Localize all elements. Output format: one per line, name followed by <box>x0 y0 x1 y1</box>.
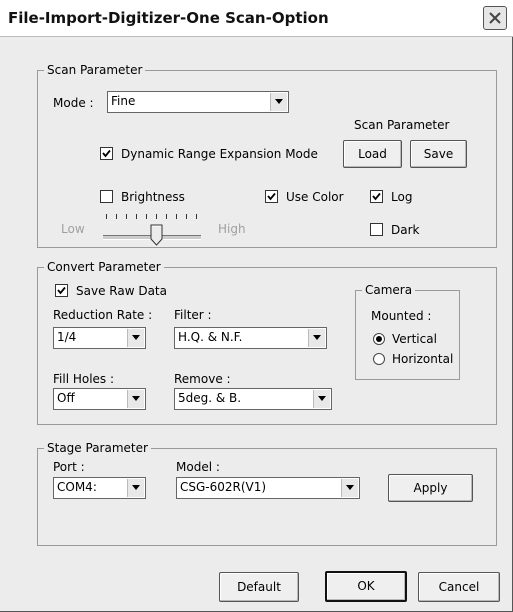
checkmark-icon <box>372 192 381 201</box>
reduction-rate-select[interactable]: 1/4 <box>53 327 146 349</box>
window-title: File-Import-Digitizer-One Scan-Option <box>8 9 329 27</box>
dynamic-range-label: Dynamic Range Expansion Mode <box>121 147 318 161</box>
default-button[interactable]: Default <box>219 572 299 602</box>
chevron-down-icon <box>308 329 325 347</box>
remove-value: 5deg. & B. <box>178 391 242 405</box>
camera-legend: Camera <box>362 282 416 298</box>
mounted-label: Mounted : <box>371 309 432 323</box>
mode-select[interactable]: Fine <box>107 91 289 113</box>
remove-select[interactable]: 5deg. & B. <box>174 388 332 410</box>
reduction-rate-value: 1/4 <box>57 330 77 344</box>
chevron-down-icon <box>270 93 287 111</box>
filter-select[interactable]: H.Q. & N.F. <box>174 327 327 349</box>
slider-low-label: Low <box>61 222 85 236</box>
chevron-down-icon <box>313 390 330 408</box>
fill-holes-label: Fill Holes : <box>53 372 115 386</box>
dynamic-range-checkbox[interactable] <box>100 147 113 160</box>
slider-tick <box>166 214 167 219</box>
close-button[interactable] <box>483 6 507 30</box>
save-button-label: Save <box>423 147 454 161</box>
chevron-down-icon <box>127 329 144 347</box>
slider-high-label: High <box>218 222 246 236</box>
save-raw-data-checkbox[interactable] <box>55 284 68 297</box>
use-color-checkbox[interactable] <box>265 190 278 203</box>
horizontal-radio[interactable] <box>373 353 385 365</box>
slider-tick <box>136 214 137 219</box>
slider-tick <box>156 214 157 219</box>
brightness-slider-thumb[interactable] <box>150 224 163 246</box>
slider-tick <box>176 214 177 219</box>
brightness-checkbox[interactable] <box>100 190 113 203</box>
save-raw-data-label: Save Raw Data <box>76 284 167 298</box>
checkmark-icon <box>57 286 66 295</box>
port-value: COM4: <box>57 480 97 494</box>
log-checkbox[interactable] <box>370 190 383 203</box>
chevron-down-icon <box>127 390 144 408</box>
filter-value: H.Q. & N.F. <box>178 330 243 344</box>
checkmark-icon <box>267 192 276 201</box>
fill-holes-select[interactable]: Off <box>53 388 146 410</box>
mode-value: Fine <box>111 94 136 108</box>
scan-parameter-legend: Scan Parameter <box>44 62 146 78</box>
fill-holes-value: Off <box>57 391 75 405</box>
ok-button[interactable]: OK <box>325 571 407 602</box>
vertical-radio[interactable] <box>373 333 385 345</box>
cancel-button-label: Cancel <box>438 580 480 594</box>
dark-checkbox[interactable] <box>370 223 383 236</box>
title-bar[interactable]: File-Import-Digitizer-One Scan-Option <box>0 0 513 37</box>
vertical-label: Vertical <box>392 332 437 346</box>
cancel-button[interactable]: Cancel <box>418 572 500 602</box>
stage-parameter-legend: Stage Parameter <box>44 440 151 456</box>
chevron-down-icon <box>341 479 358 497</box>
checkmark-icon <box>102 149 111 158</box>
save-button[interactable]: Save <box>410 140 467 168</box>
model-value: CSG-602R(V1) <box>180 480 267 494</box>
reduction-rate-label: Reduction Rate : <box>53 308 153 322</box>
load-button[interactable]: Load <box>343 140 402 168</box>
slider-tick <box>186 214 187 219</box>
mode-label: Mode : <box>53 96 94 110</box>
scan-option-dialog: File-Import-Digitizer-One Scan-Option Sc… <box>0 0 513 612</box>
dark-label: Dark <box>391 223 420 237</box>
remove-label: Remove : <box>174 372 231 386</box>
scan-parameter-caption: Scan Parameter <box>354 118 450 132</box>
ok-button-label: OK <box>357 579 375 593</box>
port-select[interactable]: COM4: <box>53 477 146 499</box>
convert-parameter-legend: Convert Parameter <box>44 259 164 275</box>
model-label: Model : <box>176 460 220 474</box>
slider-tick <box>106 214 107 219</box>
brightness-label: Brightness <box>121 190 185 204</box>
slider-tick <box>146 214 147 219</box>
radio-selected-dot <box>376 336 382 342</box>
default-button-label: Default <box>237 580 281 594</box>
slider-tick <box>126 214 127 219</box>
close-icon <box>489 12 501 24</box>
slider-tick <box>116 214 117 219</box>
model-select[interactable]: CSG-602R(V1) <box>176 477 360 499</box>
load-button-label: Load <box>358 147 387 161</box>
apply-button[interactable]: Apply <box>388 474 473 502</box>
filter-label: Filter : <box>174 308 212 322</box>
port-label: Port : <box>53 460 85 474</box>
chevron-down-icon <box>127 479 144 497</box>
slider-tick <box>196 214 197 219</box>
use-color-label: Use Color <box>286 190 344 204</box>
apply-button-label: Apply <box>413 481 448 495</box>
horizontal-label: Horizontal <box>392 352 454 366</box>
log-label: Log <box>391 190 413 204</box>
